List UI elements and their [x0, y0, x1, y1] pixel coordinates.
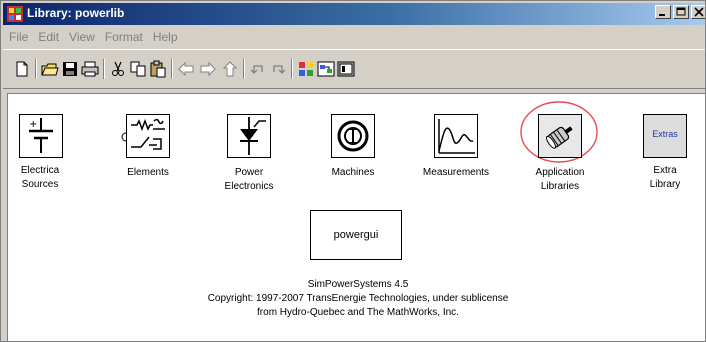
toolbar-separator [243, 59, 245, 79]
electrical-sources-label-2: Sources [21, 179, 59, 190]
copyright-text: Copyright: 1997-2007 TransEnergie Techno… [207, 293, 509, 304]
redo-icon[interactable] [269, 60, 287, 78]
new-icon[interactable] [13, 60, 31, 78]
save-icon[interactable] [61, 60, 79, 78]
application-libraries-label-2: Libraries [540, 181, 580, 192]
dc-source-icon: + [29, 118, 53, 153]
extra-library-label-1: Extra [653, 165, 677, 176]
title-bar[interactable]: Library: powerlib [3, 3, 705, 25]
extra-library-label-2: Library [649, 179, 681, 190]
menu-help[interactable]: Help [147, 30, 182, 44]
extras-icon-text: Extras [652, 129, 678, 139]
toolbar-separator [103, 59, 105, 79]
up-icon[interactable] [221, 60, 239, 78]
cut-icon[interactable] [109, 60, 127, 78]
power-electronics-label-1: Power [234, 167, 264, 178]
print-icon[interactable] [81, 60, 99, 78]
measurements-label: Measurements [422, 167, 490, 178]
maximize-button[interactable] [673, 5, 689, 19]
copy-icon[interactable] [129, 60, 147, 78]
library-window: Library: powerlib File Edit View Format … [0, 0, 706, 342]
toolbar [3, 49, 705, 89]
toolbar-separator [35, 59, 37, 79]
powergui-label: powergui [333, 229, 379, 241]
menu-bar: File Edit View Format Help [3, 27, 705, 47]
electrical-sources-label-1: Electrica [20, 165, 60, 176]
library-browser-icon[interactable] [297, 60, 315, 78]
window-controls [655, 5, 705, 23]
extra-library-icon-box[interactable]: Extras [643, 114, 687, 158]
library-canvas: + Electrica Sources Elements Power Elect… [7, 93, 705, 341]
paste-icon[interactable] [149, 60, 167, 78]
power-electronics-label-2: Electronics [224, 181, 274, 192]
maximize-icon [676, 7, 686, 16]
undo-icon[interactable] [249, 60, 267, 78]
electric-machine-icon [337, 120, 369, 152]
menu-edit[interactable]: Edit [32, 30, 63, 44]
forward-icon[interactable] [199, 60, 217, 78]
measurements-icon-box[interactable] [434, 114, 478, 158]
window-title: Library: powerlib [27, 6, 125, 20]
elements-icon-box[interactable] [126, 114, 170, 158]
back-icon[interactable] [177, 60, 195, 78]
electrical-sources-icon-box[interactable]: + [19, 114, 63, 158]
close-icon [694, 7, 704, 17]
application-libraries-icon-box[interactable] [538, 114, 582, 158]
machines-label: Machines [331, 167, 375, 178]
menu-view[interactable]: View [63, 30, 99, 44]
powergui-block[interactable]: powergui [310, 210, 402, 260]
thyristor-icon [240, 117, 266, 155]
menu-file[interactable]: File [3, 30, 32, 44]
waveform-scope-icon [438, 119, 475, 154]
svg-text:+: + [29, 119, 37, 130]
license-text: from Hydro-Quebec and The MathWorks, Inc… [257, 307, 459, 318]
power-electronics-icon-box[interactable] [227, 114, 271, 158]
version-text: SimPowerSystems 4.5 [307, 279, 409, 290]
toolbar-separator [291, 59, 293, 79]
open-icon[interactable] [41, 60, 59, 78]
minimize-icon [659, 14, 665, 16]
rlc-elements-icon [131, 118, 165, 150]
debugger-icon[interactable] [337, 60, 355, 78]
elements-label: Elements [127, 167, 169, 178]
toolbar-separator [171, 59, 173, 79]
model-browser-icon[interactable] [317, 60, 335, 78]
menu-format[interactable]: Format [99, 30, 147, 44]
simulink-icon [7, 6, 23, 22]
application-libraries-label-1: Application [535, 167, 585, 178]
close-button[interactable] [691, 5, 705, 19]
machines-icon-box[interactable] [331, 114, 375, 158]
motor-icon [545, 126, 573, 149]
minimize-button[interactable] [655, 5, 671, 19]
